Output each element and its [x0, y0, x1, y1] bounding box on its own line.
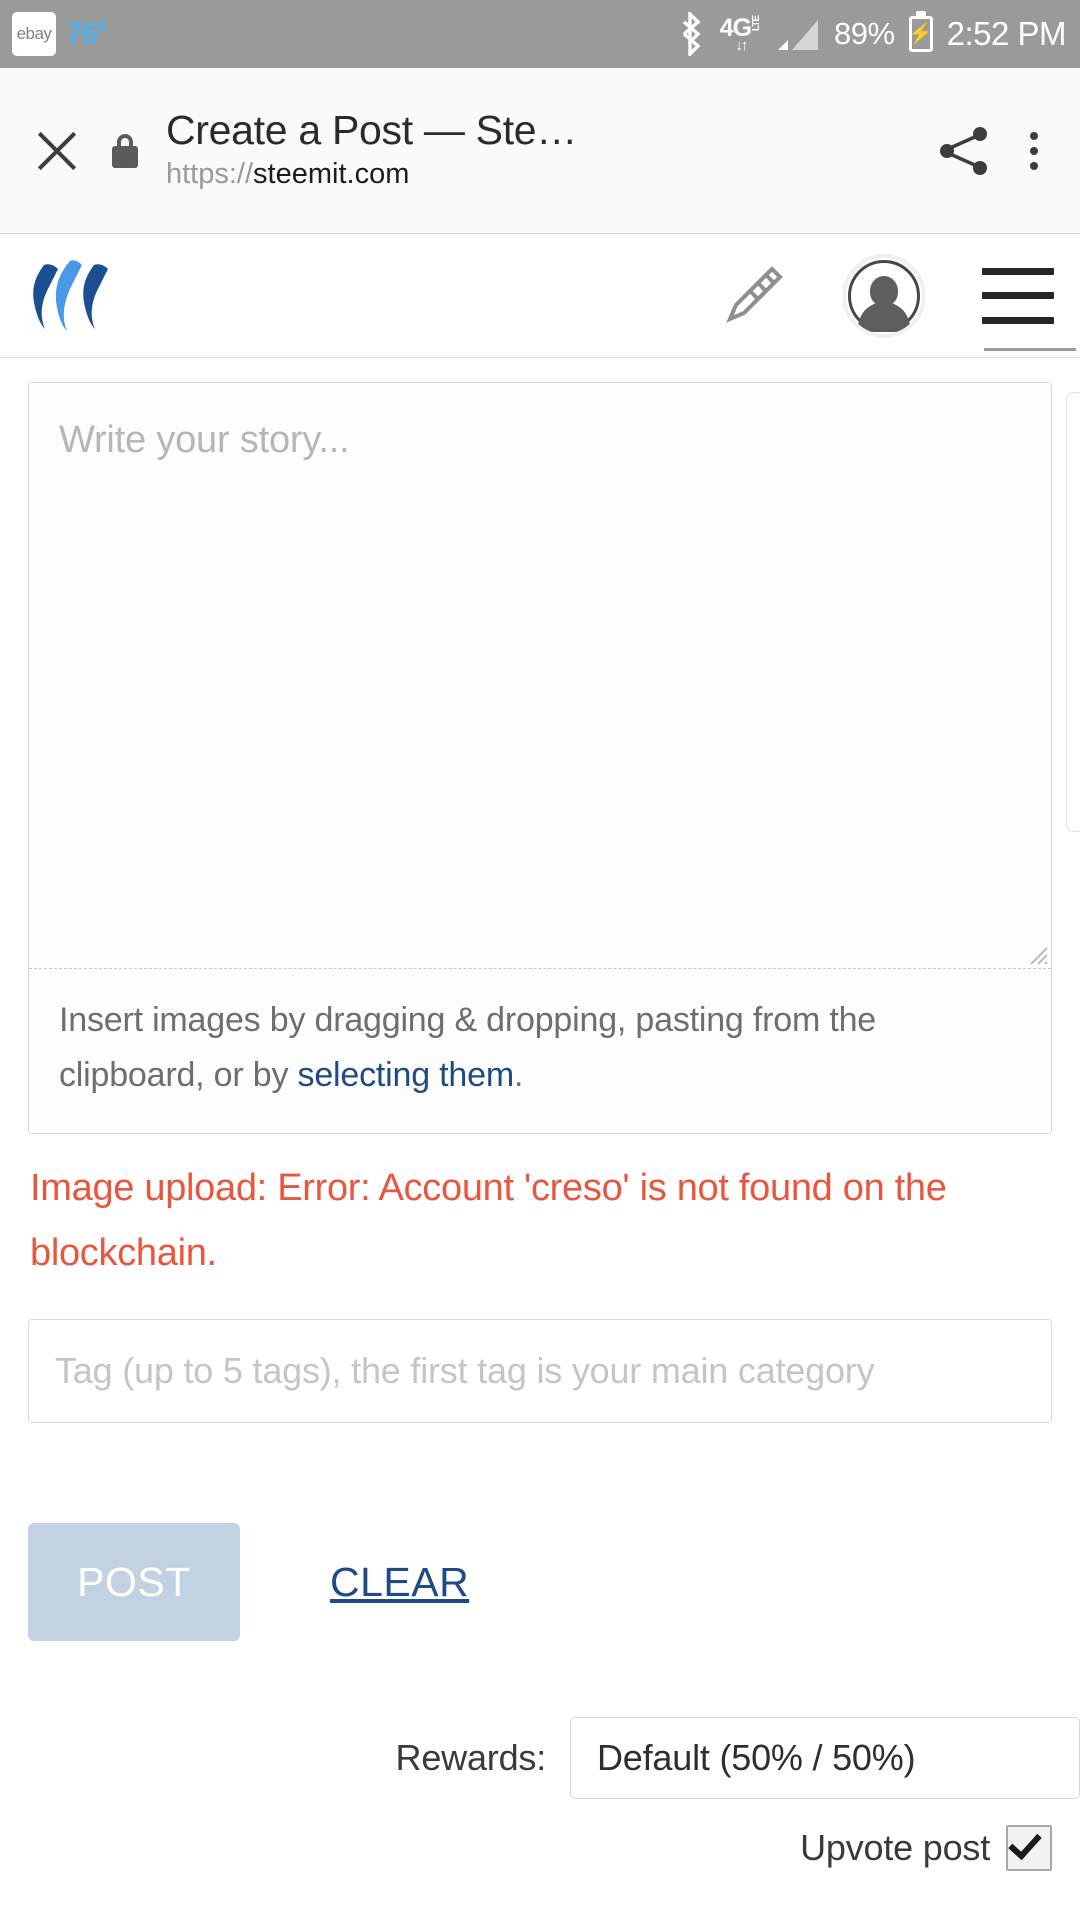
data-transfer-arrows: ↓↑ — [735, 36, 748, 54]
menu-active-underline — [984, 347, 1076, 351]
clear-button[interactable]: CLEAR — [330, 1559, 469, 1606]
steemit-logo-icon[interactable] — [24, 259, 112, 333]
editor-container: Write your story... Insert images by dra… — [28, 382, 1052, 1135]
editor-actions: POST CLEAR — [28, 1523, 1052, 1642]
battery-percentage: 89% — [834, 16, 895, 51]
rewards-row: Rewards: Default (50% / 50%) — [28, 1717, 1080, 1800]
share-icon[interactable] — [936, 123, 992, 179]
select-images-link[interactable]: selecting them — [298, 1056, 515, 1094]
page-url: https://steemit.com — [166, 157, 410, 190]
network-type-indicator: 4G LTE ↓↑ — [719, 13, 763, 54]
tag-placeholder: Tag (up to 5 tags), the first tag is you… — [55, 1350, 875, 1392]
more-vertical-icon[interactable] — [1014, 123, 1054, 179]
pencil-icon[interactable] — [720, 263, 786, 329]
upvote-label: Upvote post — [800, 1827, 990, 1869]
rewards-label: Rewards: — [395, 1737, 547, 1779]
signal-bars-icon — [778, 20, 819, 50]
lock-icon — [110, 133, 140, 168]
screen-root: ebay 760 4G LTE ↓↑ 89% ⚡ 2:52 PM Create … — [0, 0, 1080, 1920]
weather-temperature: 760 — [66, 17, 107, 50]
status-bar-right: 4G LTE ↓↑ 89% ⚡ 2:52 PM — [676, 12, 1067, 56]
rewards-selected-value: Default (50% / 50%) — [597, 1737, 916, 1779]
image-upload-error: Image upload: Error: Account 'creso' is … — [30, 1167, 947, 1274]
tag-input[interactable]: Tag (up to 5 tags), the first tag is you… — [28, 1319, 1052, 1424]
image-upload-hint: Insert images by dragging & dropping, pa… — [29, 969, 1051, 1133]
page-title: Create a Post — Ste… — [166, 107, 578, 153]
upvote-checkbox[interactable] — [1006, 1825, 1052, 1872]
clock-time: 2:52 PM — [946, 15, 1067, 52]
browser-toolbar: Create a Post — Ste… https://steemit.com — [0, 68, 1080, 234]
story-textarea[interactable]: Write your story... — [29, 383, 1051, 969]
ebay-notification-icon[interactable]: ebay — [12, 12, 56, 56]
upload-hint-period: . — [513, 1056, 524, 1095]
steemit-app-header — [0, 234, 1080, 358]
story-placeholder: Write your story... — [59, 419, 350, 461]
rewards-select[interactable]: Default (50% / 50%) — [570, 1717, 1080, 1800]
status-bar-left: ebay 760 — [12, 12, 107, 56]
textarea-resize-handle[interactable] — [1026, 943, 1048, 965]
close-icon[interactable] — [26, 120, 88, 182]
upvote-row: Upvote post — [28, 1825, 1080, 1872]
battery-charging-icon: ⚡ — [908, 16, 933, 52]
hamburger-menu-icon[interactable] — [982, 267, 1076, 351]
page-scrollbar[interactable] — [1066, 392, 1080, 832]
address-bar[interactable]: Create a Post — Ste… https://steemit.com — [166, 108, 920, 194]
post-editor-main: Write your story... Insert images by dra… — [0, 358, 1080, 1918]
post-button[interactable]: POST — [28, 1523, 240, 1642]
checkmark-icon — [1008, 1826, 1042, 1861]
android-status-bar: ebay 760 4G LTE ↓↑ 89% ⚡ 2:52 PM — [0, 0, 1080, 68]
bluetooth-icon — [682, 12, 701, 56]
avatar-icon[interactable] — [842, 253, 926, 338]
